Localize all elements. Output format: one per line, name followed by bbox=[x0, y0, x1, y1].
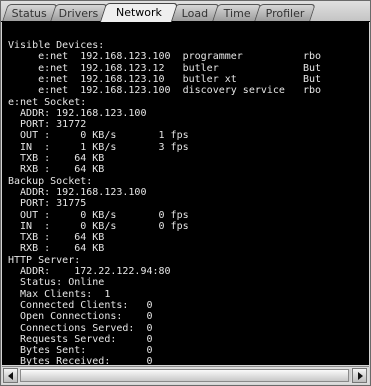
console-line-http-addr: ADDR: 172.22.122.94:80 bbox=[8, 266, 171, 277]
tab-status-label: Status bbox=[12, 7, 48, 20]
console-line-status: Status: Online bbox=[8, 277, 105, 289]
arrow-right-icon[interactable] bbox=[352, 368, 367, 383]
tab-drivers-label: Drivers bbox=[58, 7, 99, 20]
console-line-device: e:net 192.168.123.10 butler xt But bbox=[8, 73, 322, 85]
arrow-left-icon[interactable] bbox=[3, 368, 18, 383]
console-line-connected-clients: Connected Clients: 0 bbox=[8, 299, 153, 311]
console-line-device: e:net 192.168.123.100 discovery service … bbox=[8, 85, 322, 97]
console-line-port: PORT: 31775 bbox=[8, 198, 87, 210]
console-line-bytes-received: Bytes Received: 0 bbox=[8, 356, 153, 365]
console-line-visible-devices: Visible Devices: bbox=[8, 40, 105, 51]
tab-status[interactable]: Status bbox=[2, 4, 58, 21]
console-line-in: IN : 0 KB/s 0 fps bbox=[8, 220, 189, 232]
tab-time-label: Time bbox=[223, 7, 251, 20]
tab-bar: Status Drivers Network Load Time Profile… bbox=[1, 1, 370, 22]
console-line-txb: TXB : 64 KB bbox=[8, 153, 105, 164]
console-line-out: OUT : 0 KB/s 1 fps bbox=[8, 130, 189, 142]
console-line-port: PORT: 31772 bbox=[8, 119, 87, 131]
tab-profiler-label: Profiler bbox=[265, 7, 305, 20]
console-line-device: e:net 192.168.123.100 programmer rbo bbox=[8, 51, 322, 63]
console-line-txb: TXB : 64 KB bbox=[8, 232, 105, 244]
tab-load-label: Load bbox=[181, 7, 208, 20]
scrollbar-track[interactable] bbox=[20, 369, 351, 382]
tab-network-label: Network bbox=[116, 6, 162, 19]
console-line-rxb: RXB : 64 KB bbox=[8, 243, 105, 255]
horizontal-scrollbar[interactable] bbox=[2, 366, 369, 384]
console-line-out: OUT : 0 KB/s 0 fps bbox=[8, 209, 189, 221]
console-line-http-server: HTTP Server: bbox=[8, 254, 81, 266]
console-line-backup-socket: Backup Socket: bbox=[8, 175, 93, 187]
console-line-requests-served: Requests Served: 0 bbox=[8, 333, 153, 345]
console-line-open-connections: Open Connections: 0 bbox=[8, 311, 153, 323]
scrollbar-thumb[interactable] bbox=[20, 369, 349, 382]
console-line-enet-socket: e:net Socket: bbox=[8, 96, 87, 108]
console-line-in: IN : 1 KB/s 3 fps bbox=[8, 141, 189, 153]
network-console: Visible Devices: e:net 192.168.123.100 p… bbox=[2, 22, 369, 365]
tab-drivers[interactable]: Drivers bbox=[50, 4, 108, 21]
console-line-device: e:net 192.168.123.12 butler But bbox=[8, 62, 322, 74]
console-line-rxb: RXB : 64 KB bbox=[8, 164, 105, 176]
tab-network[interactable]: Network bbox=[99, 3, 179, 22]
console-line-bytes-sent: Bytes Sent: 0 bbox=[8, 345, 153, 357]
console-line-max-clients: Max Clients: 1 bbox=[8, 288, 111, 300]
console-line-addr: ADDR: 192.168.123.100 bbox=[8, 107, 147, 119]
tab-profiler[interactable]: Profiler bbox=[254, 4, 316, 21]
console-line-addr: ADDR: 192.168.123.100 bbox=[8, 186, 147, 198]
console-line-connections-served: Connections Served: 0 bbox=[8, 322, 153, 334]
network-monitor-window: Status Drivers Network Load Time Profile… bbox=[0, 0, 371, 386]
